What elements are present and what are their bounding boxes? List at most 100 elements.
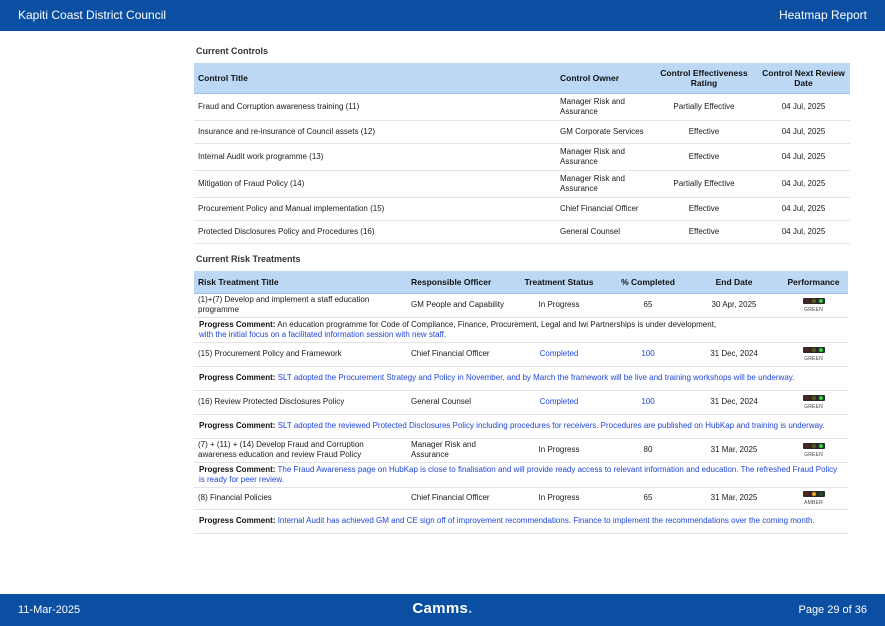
performance-cell: GREEN bbox=[779, 342, 848, 367]
progress-comment-label: Progress Comment: bbox=[199, 421, 276, 430]
camms-logo: Camms. bbox=[0, 600, 885, 617]
progress-comment-label: Progress Comment: bbox=[199, 373, 276, 382]
responsible-officer-cell: General Counsel bbox=[407, 390, 511, 415]
control-owner-cell: Manager Risk and Assurance bbox=[556, 93, 651, 121]
progress-comment-row: Progress Comment: SLT adopted the Procur… bbox=[194, 366, 848, 391]
progress-comment-update: SLT adopted the reviewed Protected Discl… bbox=[277, 421, 825, 430]
col-percent-completed: % Completed bbox=[607, 271, 689, 294]
control-owner-cell: GM Corporate Services bbox=[556, 120, 651, 144]
control-row: Mitigation of Fraud Policy (14) Manager R… bbox=[194, 170, 850, 198]
treatment-title-cell: (1)+(7) Develop and implement a staff ed… bbox=[194, 293, 407, 318]
risk-treatments-table: Risk Treatment Title Responsible Officer… bbox=[194, 271, 848, 534]
traffic-light-icon bbox=[802, 298, 825, 305]
performance-label: GREEN bbox=[804, 356, 823, 363]
control-review-date-cell: 04 Jul, 2025 bbox=[757, 220, 850, 244]
col-performance: Performance bbox=[779, 271, 848, 294]
treatment-status-cell: Completed bbox=[511, 342, 607, 367]
end-date-cell: 31 Mar, 2025 bbox=[689, 438, 779, 463]
treatment-status-cell: Completed bbox=[511, 390, 607, 415]
brand-name: Camms bbox=[412, 600, 469, 617]
treatment-title-cell: (8) Financial Policies bbox=[194, 487, 407, 510]
col-next-review-date: Control Next Review Date bbox=[757, 63, 850, 94]
col-end-date: End Date bbox=[689, 271, 779, 294]
control-rating-cell: Partially Effective bbox=[651, 93, 757, 121]
page-number: Page 29 of 36 bbox=[798, 604, 867, 616]
progress-comment-cell: Progress Comment: SLT adopted the Procur… bbox=[194, 366, 848, 391]
col-treatment-title: Risk Treatment Title bbox=[194, 271, 407, 294]
traffic-light-icon bbox=[802, 443, 825, 450]
end-date-cell: 31 Mar, 2025 bbox=[689, 487, 779, 510]
progress-comment-text: An education programme for Code of Compl… bbox=[277, 319, 717, 329]
control-row: Procurement Policy and Manual implementa… bbox=[194, 197, 850, 221]
control-row: Insurance and re-insurance of Council as… bbox=[194, 120, 850, 144]
responsible-officer-cell: Chief Financial Officer bbox=[407, 487, 511, 510]
performance-label: GREEN bbox=[804, 452, 823, 459]
control-rating-cell: Effective bbox=[651, 120, 757, 144]
traffic-light-icon bbox=[802, 395, 825, 402]
control-review-date-cell: 04 Jul, 2025 bbox=[757, 143, 850, 171]
responsible-officer-cell: Manager Risk and Assurance bbox=[407, 438, 511, 463]
report-header: Kapiti Coast District Council Heatmap Re… bbox=[0, 0, 885, 31]
performance-cell: GREEN bbox=[779, 293, 848, 318]
progress-comment-row: Progress Comment: The Fraud Awareness pa… bbox=[194, 462, 848, 488]
current-controls-table: Control Title Control Owner Control Effe… bbox=[194, 63, 850, 244]
control-rating-cell: Effective bbox=[651, 197, 757, 221]
control-review-date-cell: 04 Jul, 2025 bbox=[757, 197, 850, 221]
treatment-row: (15) Procurement Policy and Framework Chi… bbox=[194, 342, 848, 367]
progress-comment-update: The Fraud Awareness page on HubKap is cl… bbox=[199, 464, 838, 484]
percent-completed-cell: 80 bbox=[607, 438, 689, 463]
col-effectiveness-rating: Control Effectiveness Rating bbox=[651, 63, 757, 94]
progress-comment-cell: Progress Comment: SLT adopted the review… bbox=[194, 414, 848, 439]
responsible-officer-cell: GM People and Capability bbox=[407, 293, 511, 318]
progress-comment-update: with the initial focus on a facilitated … bbox=[199, 329, 447, 339]
col-control-owner: Control Owner bbox=[556, 63, 651, 94]
progress-comment-row: Progress Comment: An education programme… bbox=[194, 317, 848, 343]
control-title-cell: Procurement Policy and Manual implementa… bbox=[194, 197, 556, 221]
report-name: Heatmap Report bbox=[778, 8, 867, 22]
control-rating-cell: Partially Effective bbox=[651, 170, 757, 198]
traffic-light-icon bbox=[802, 347, 825, 354]
control-title-cell: Insurance and re-insurance of Council as… bbox=[194, 120, 556, 144]
responsible-officer-cell: Chief Financial Officer bbox=[407, 342, 511, 367]
traffic-light-icon bbox=[802, 491, 825, 498]
control-review-date-cell: 04 Jul, 2025 bbox=[757, 170, 850, 198]
progress-comment-update: SLT adopted the Procurement Strategy and… bbox=[277, 373, 795, 382]
treatment-row: (16) Review Protected Disclosures Policy… bbox=[194, 390, 848, 415]
percent-completed-cell: 65 bbox=[607, 293, 689, 318]
treatment-row: (1)+(7) Develop and implement a staff ed… bbox=[194, 293, 848, 318]
brand-dot: . bbox=[468, 600, 473, 617]
performance-label: AMBER bbox=[804, 500, 823, 507]
progress-comment-update: Internal Audit has achieved GM and CE si… bbox=[277, 516, 815, 525]
report-footer: 11-Mar-2025 Camms. Page 29 of 36 bbox=[0, 594, 885, 626]
treatment-status-cell: In Progress bbox=[511, 487, 607, 510]
performance-cell: GREEN bbox=[779, 438, 848, 463]
progress-comment-label: Progress Comment: bbox=[199, 464, 276, 474]
control-row: Fraud and Corruption awareness training … bbox=[194, 93, 850, 121]
control-title-cell: Fraud and Corruption awareness training … bbox=[194, 93, 556, 121]
col-control-title: Control Title bbox=[194, 63, 556, 94]
controls-header-row: Control Title Control Owner Control Effe… bbox=[194, 63, 850, 94]
performance-cell: AMBER bbox=[779, 487, 848, 510]
progress-comment-cell: Progress Comment: An education programme… bbox=[194, 317, 848, 343]
progress-comment-cell: Progress Comment: The Fraud Awareness pa… bbox=[194, 462, 848, 488]
performance-label: GREEN bbox=[804, 307, 823, 314]
treatment-row: (8) Financial Policies Chief Financial Of… bbox=[194, 487, 848, 510]
control-review-date-cell: 04 Jul, 2025 bbox=[757, 120, 850, 144]
progress-comment-row: Progress Comment: Internal Audit has ach… bbox=[194, 509, 848, 534]
performance-cell: GREEN bbox=[779, 390, 848, 415]
control-title-cell: Mitigation of Fraud Policy (14) bbox=[194, 170, 556, 198]
treatment-row: (7) + (11) + (14) Develop Fraud and Corr… bbox=[194, 438, 848, 463]
percent-completed-cell: 65 bbox=[607, 487, 689, 510]
current-controls-title: Current Controls bbox=[196, 46, 268, 56]
control-title-cell: Internal Audit work programme (13) bbox=[194, 143, 556, 171]
treatment-status-cell: In Progress bbox=[511, 438, 607, 463]
end-date-cell: 31 Dec, 2024 bbox=[689, 342, 779, 367]
control-review-date-cell: 04 Jul, 2025 bbox=[757, 93, 850, 121]
control-title-cell: Protected Disclosures Policy and Procedu… bbox=[194, 220, 556, 244]
control-owner-cell: General Counsel bbox=[556, 220, 651, 244]
control-rating-cell: Effective bbox=[651, 143, 757, 171]
percent-completed-cell: 100 bbox=[607, 342, 689, 367]
end-date-cell: 30 Apr, 2025 bbox=[689, 293, 779, 318]
performance-label: GREEN bbox=[804, 404, 823, 411]
progress-comment-label: Progress Comment: bbox=[199, 516, 276, 525]
